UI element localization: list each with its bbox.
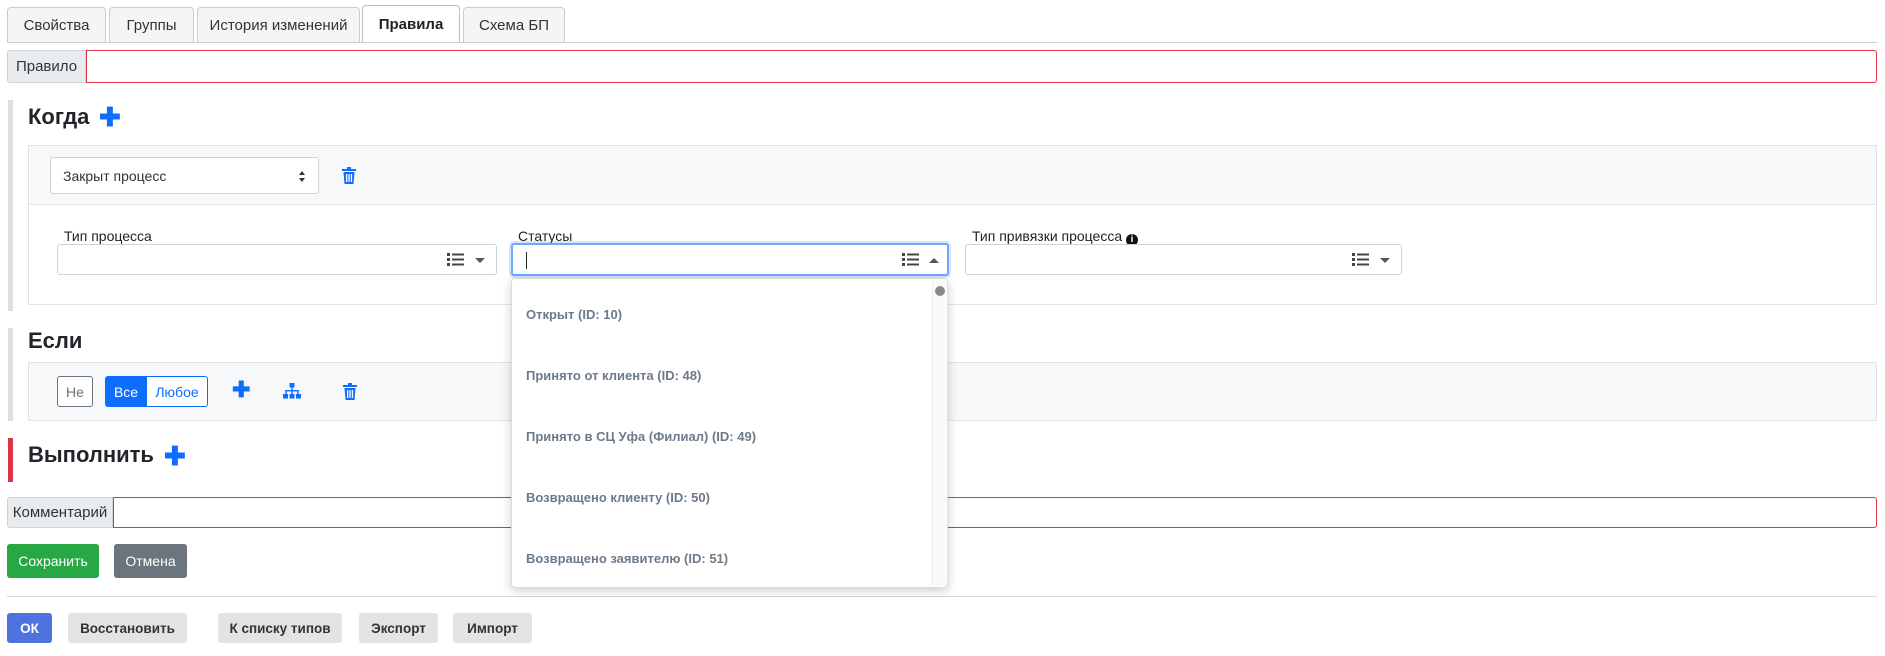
list-icon bbox=[447, 253, 464, 266]
footer-divider bbox=[7, 596, 1877, 597]
save-button[interactable]: Сохранить bbox=[7, 544, 99, 578]
ok-button[interactable]: ОК bbox=[7, 613, 52, 643]
statuses-dropdown: Открыт (ID: 10) Принято от клиента (ID: … bbox=[511, 278, 948, 588]
add-group-sitemap-icon[interactable] bbox=[283, 383, 301, 399]
to-types-list-button[interactable]: К списку типов bbox=[218, 613, 342, 643]
tab-bp-scheme[interactable]: Схема БП bbox=[463, 7, 565, 43]
tab-label: Правила bbox=[378, 15, 444, 33]
tab-label: Схема БП bbox=[479, 17, 549, 34]
any-toggle-button[interactable]: Любое bbox=[146, 376, 208, 407]
add-condition-plus-icon[interactable]: ✚ bbox=[232, 379, 250, 401]
event-select[interactable]: Закрыт процесс bbox=[50, 157, 319, 194]
binding-type-label-text: Тип привязки процесса bbox=[972, 228, 1123, 244]
if-conditions-panel bbox=[28, 362, 1877, 421]
to-types-list-button-label: К списку типов bbox=[229, 620, 331, 636]
restore-button[interactable]: Восстановить bbox=[68, 613, 187, 643]
tab-rules[interactable]: Правила bbox=[362, 5, 460, 42]
status-option[interactable]: Принято в СЦ Уфа (Филиал) (ID: 49) bbox=[526, 429, 756, 444]
tab-groups[interactable]: Группы bbox=[109, 7, 194, 43]
tab-label: История изменений bbox=[209, 17, 348, 34]
status-option[interactable]: Открыт (ID: 10) bbox=[526, 307, 622, 322]
do-section-bar bbox=[8, 438, 13, 482]
if-section-bar bbox=[8, 328, 13, 421]
if-title: Если bbox=[28, 328, 83, 353]
comment-label-text: Комментарий bbox=[12, 504, 108, 521]
event-select-value: Закрыт процесс bbox=[63, 167, 167, 184]
do-title: Выполнить bbox=[28, 442, 154, 467]
restore-button-label: Восстановить bbox=[80, 620, 175, 636]
tab-label: Свойства bbox=[23, 17, 90, 34]
tab-underline bbox=[7, 42, 1877, 43]
comment-input[interactable] bbox=[113, 497, 1877, 528]
tab-properties[interactable]: Свойства bbox=[7, 7, 106, 43]
rule-label-text: Правило bbox=[15, 58, 78, 75]
comment-label: Комментарий bbox=[7, 497, 113, 528]
statuses-label: Статусы bbox=[518, 228, 573, 244]
list-icon bbox=[902, 253, 919, 266]
save-button-label: Сохранить bbox=[18, 553, 88, 569]
status-option[interactable]: Возвращено клиенту (ID: 50) bbox=[526, 490, 710, 505]
export-button-label: Экспорт bbox=[371, 620, 426, 636]
delete-condition-trash-icon[interactable] bbox=[343, 383, 357, 400]
tab-label: Группы bbox=[126, 17, 177, 34]
not-toggle-label: Не bbox=[66, 383, 84, 400]
when-title: Когда bbox=[28, 104, 90, 129]
scrollbar-thumb[interactable] bbox=[935, 286, 945, 296]
dropdown-scrollbar[interactable] bbox=[932, 281, 946, 585]
export-button[interactable]: Экспорт bbox=[359, 613, 438, 643]
chevron-down-icon bbox=[475, 258, 485, 263]
rule-label: Правило bbox=[7, 50, 86, 83]
not-toggle-button[interactable]: Не bbox=[57, 376, 93, 407]
statuses-multiselect[interactable] bbox=[511, 243, 949, 276]
status-option[interactable]: Возвращено заявителю (ID: 51) bbox=[526, 551, 728, 566]
add-action-plus-icon[interactable]: ✚ bbox=[164, 443, 186, 469]
chevron-up-icon bbox=[929, 258, 939, 263]
rule-input[interactable] bbox=[86, 50, 1877, 83]
binding-type-multiselect[interactable] bbox=[965, 244, 1402, 275]
cancel-button-label: Отмена bbox=[125, 553, 176, 569]
all-toggle-label: Все bbox=[113, 383, 139, 400]
chevron-down-icon bbox=[1380, 258, 1390, 263]
process-type-multiselect[interactable] bbox=[57, 244, 497, 275]
ok-button-label: ОК bbox=[20, 620, 39, 636]
any-toggle-label: Любое bbox=[155, 383, 199, 400]
import-button[interactable]: Импорт bbox=[453, 613, 532, 643]
tab-history[interactable]: История изменений bbox=[197, 7, 360, 43]
select-arrows-icon bbox=[299, 171, 305, 182]
add-trigger-plus-icon[interactable]: ✚ bbox=[99, 104, 121, 130]
process-type-label: Тип процесса bbox=[64, 228, 152, 244]
cancel-button[interactable]: Отмена bbox=[114, 544, 187, 578]
delete-trigger-trash-icon[interactable] bbox=[342, 167, 356, 184]
all-toggle-button[interactable]: Все bbox=[105, 376, 147, 407]
status-option[interactable]: Принято от клиента (ID: 48) bbox=[526, 368, 701, 383]
text-cursor bbox=[526, 252, 527, 269]
import-button-label: Импорт bbox=[467, 620, 518, 636]
when-section-bar bbox=[8, 100, 13, 311]
list-icon bbox=[1352, 253, 1369, 266]
